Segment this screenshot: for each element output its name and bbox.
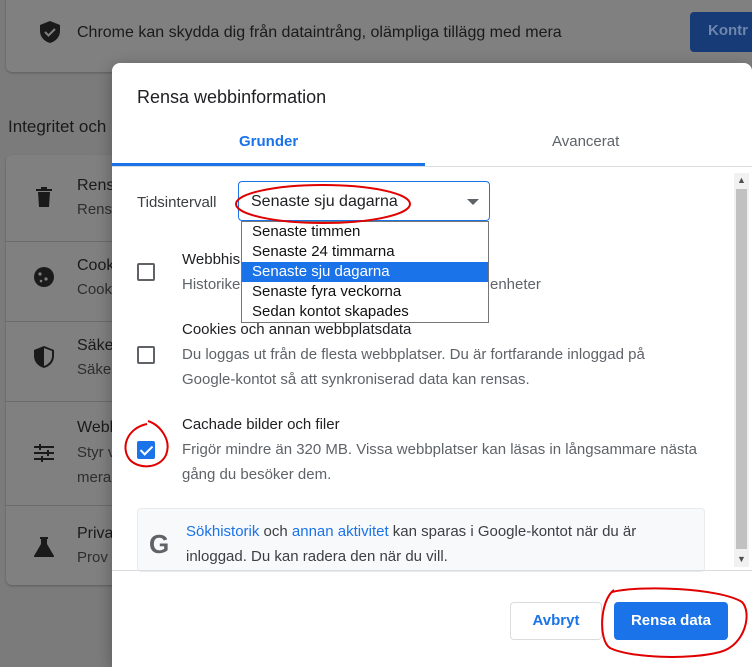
cached-files-title: Cachade bilder och filer	[182, 416, 340, 433]
chevron-down-icon	[467, 199, 479, 205]
tune-icon	[32, 441, 56, 465]
scrollbar-thumb[interactable]	[736, 189, 747, 549]
time-range-label: Tidsintervall	[137, 194, 217, 211]
safety-banner-card: Chrome kan skydda dig från dataintrång, …	[6, 0, 752, 72]
cookies-desc: Du loggas ut från de flesta webbplatser.…	[182, 346, 645, 388]
scroll-up-icon[interactable]: ▲	[736, 174, 747, 186]
time-range-option[interactable]: Sedan kontot skapades	[242, 302, 488, 322]
search-history-link[interactable]: Sökhistorik	[186, 523, 259, 540]
bg-row-subtitle: Rens	[77, 201, 113, 218]
time-range-option-selected[interactable]: Senaste sju dagarna	[242, 262, 488, 282]
browsing-history-desc-tail: enheter	[490, 276, 541, 293]
scroll-down-icon[interactable]: ▼	[736, 553, 747, 565]
shield-check-icon	[38, 20, 62, 44]
privacy-section-title: Integritet och	[8, 117, 107, 136]
clear-browsing-data-dialog: Rensa webbinformation Grunder Avancerat …	[112, 63, 752, 667]
google-account-info-box: G Sökhistorik och annan aktivitet kan sp…	[137, 508, 705, 572]
tab-basic[interactable]: Grunder	[239, 133, 298, 150]
bg-row-subtitle: Cook	[77, 281, 113, 298]
browsing-history-checkbox[interactable]	[137, 263, 155, 281]
info-text: Sökhistorik och annan aktivitet kan spar…	[186, 523, 637, 565]
cookies-checkbox[interactable]	[137, 346, 155, 364]
tab-advanced[interactable]: Avancerat	[552, 133, 619, 150]
cached-files-checkbox[interactable]	[137, 441, 155, 459]
time-range-option[interactable]: Senaste 24 timmarna	[242, 242, 488, 262]
bg-row-title[interactable]: Rens	[77, 177, 114, 195]
bg-row-title[interactable]: Cook	[77, 257, 114, 275]
time-range-value: Senaste sju dagarna	[251, 193, 398, 210]
time-range-option[interactable]: Senaste fyra veckorna	[242, 282, 488, 302]
cached-files-desc: Frigör mindre än 320 MB. Vissa webbplats…	[182, 441, 697, 483]
google-g-icon: G	[149, 529, 170, 559]
bg-row-subtitle: Prov	[77, 549, 108, 566]
shield-icon	[32, 345, 56, 369]
browsing-history-desc: Historike	[182, 276, 241, 293]
browsing-history-title: Webbhis	[182, 251, 241, 268]
bg-row-subtitle: Säke	[77, 361, 112, 378]
cookie-icon	[32, 265, 56, 289]
bg-row-subtitle-2: mera	[77, 469, 112, 486]
cancel-button[interactable]: Avbryt	[510, 602, 602, 640]
checkmark-icon	[139, 442, 154, 456]
bg-row-title[interactable]: Säke	[77, 337, 113, 355]
flask-icon	[32, 535, 56, 559]
bg-row-subtitle: Styr v	[77, 444, 116, 461]
safety-check-button[interactable]: Kontr	[690, 12, 752, 52]
cookies-title: Cookies och annan webbplatsdata	[182, 321, 412, 338]
dialog-title: Rensa webbinformation	[137, 87, 327, 107]
clear-data-button[interactable]: Rensa data	[614, 602, 728, 640]
other-activity-link[interactable]: annan aktivitet	[292, 523, 389, 540]
time-range-dropdown: Senaste timmen Senaste 24 timmarna Senas…	[241, 221, 489, 323]
trash-icon	[32, 185, 56, 209]
dialog-scrollbar[interactable]: ▲ ▼	[734, 173, 749, 567]
bg-row-title[interactable]: Priva	[77, 525, 113, 543]
time-range-option[interactable]: Senaste timmen	[242, 222, 488, 242]
safety-banner-text: Chrome kan skydda dig från dataintrång, …	[77, 24, 562, 41]
time-range-select[interactable]: Senaste sju dagarna	[238, 181, 490, 221]
